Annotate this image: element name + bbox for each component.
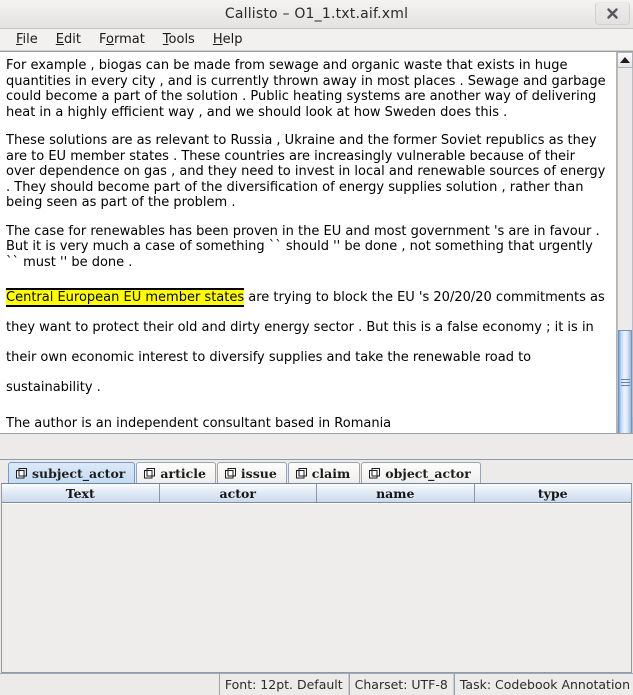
status-bar: Font: 12pt. Default Charset: UTF-8 Task:… bbox=[0, 673, 633, 695]
window-title: Callisto – O1_1.txt.aif.xml bbox=[224, 6, 409, 22]
menu-format-post: rmat bbox=[113, 31, 145, 47]
paragraph-2: These solutions are as relevant to Russi… bbox=[6, 133, 606, 210]
close-icon bbox=[607, 8, 618, 19]
paragraph-1: For example , biogas can be made from se… bbox=[6, 58, 606, 120]
panel-icon bbox=[144, 467, 156, 478]
menu-format-pre: F bbox=[98, 31, 106, 47]
menu-help-post: elp bbox=[222, 31, 243, 47]
paragraph-4-annotated: Central European EU member states are tr… bbox=[6, 283, 606, 403]
tab-claim-label: claim bbox=[311, 465, 351, 481]
menu-edit-mnemonic: E bbox=[55, 31, 64, 47]
column-header-name[interactable]: name bbox=[317, 484, 475, 502]
panel-icon bbox=[295, 467, 307, 478]
title-bar: Callisto – O1_1.txt.aif.xml bbox=[0, 0, 633, 29]
tab-subject-actor-label: subject_actor bbox=[32, 465, 126, 481]
status-charset: Charset: UTF-8 bbox=[348, 674, 454, 695]
tab-article-label: article bbox=[160, 465, 206, 481]
scrollbar-track[interactable] bbox=[617, 68, 633, 433]
menu-item-edit[interactable]: Edit bbox=[47, 30, 90, 50]
pane-splitter[interactable] bbox=[0, 434, 633, 460]
annotation-highlight[interactable]: Central European EU member states bbox=[6, 288, 245, 307]
menu-tools-post: ools bbox=[168, 31, 195, 47]
close-button[interactable] bbox=[595, 2, 630, 25]
panel-icon bbox=[224, 467, 236, 478]
paragraph-5: The author is an independent consultant … bbox=[6, 416, 392, 431]
status-task: Task: Codebook Annotation bbox=[453, 674, 633, 695]
table-header-row: Text actor name type bbox=[2, 484, 631, 503]
annotation-tab-strip: subject_actor article issue claim object… bbox=[0, 460, 633, 483]
scroll-up-button[interactable] bbox=[617, 52, 633, 68]
menu-item-format[interactable]: Format bbox=[90, 30, 154, 50]
editor-vertical-scrollbar[interactable] bbox=[616, 52, 633, 433]
column-header-text[interactable]: Text bbox=[2, 484, 160, 502]
paragraph-3: The case for renewables has been proven … bbox=[6, 223, 600, 270]
column-header-type[interactable]: type bbox=[475, 484, 632, 502]
tab-issue[interactable]: issue bbox=[216, 462, 287, 483]
scrollbar-grip-icon bbox=[620, 377, 630, 388]
scrollbar-thumb[interactable] bbox=[618, 329, 632, 433]
triangle-up-icon bbox=[620, 57, 630, 63]
menu-item-tools[interactable]: Tools bbox=[154, 30, 204, 50]
table-body-empty[interactable] bbox=[2, 503, 631, 672]
menu-item-file[interactable]: File bbox=[7, 30, 47, 50]
panel-icon bbox=[369, 467, 381, 478]
menu-format-mnemonic: o bbox=[105, 31, 114, 47]
menu-help-mnemonic: H bbox=[212, 31, 223, 47]
status-font: Font: 12pt. Default bbox=[218, 674, 349, 695]
tab-article[interactable]: article bbox=[136, 462, 216, 483]
menu-edit-post: dit bbox=[64, 31, 81, 47]
menu-file-post: ile bbox=[22, 31, 38, 47]
tab-object-actor[interactable]: object_actor bbox=[361, 462, 481, 483]
tab-issue-label: issue bbox=[240, 465, 277, 481]
column-header-actor[interactable]: actor bbox=[160, 484, 317, 502]
menu-item-help[interactable]: Help bbox=[204, 30, 252, 50]
panel-icon bbox=[16, 467, 27, 478]
annotation-table: Text actor name type bbox=[1, 483, 632, 673]
document-text-area[interactable]: For example , biogas can be made from se… bbox=[0, 52, 616, 433]
tab-subject-actor[interactable]: subject_actor bbox=[8, 462, 136, 483]
text-editor-pane: For example , biogas can be made from se… bbox=[0, 51, 633, 434]
tab-claim[interactable]: claim bbox=[287, 462, 361, 483]
menu-bar: File Edit Format Tools Help bbox=[0, 29, 633, 51]
application-window: Callisto – O1_1.txt.aif.xml File Edit Fo… bbox=[0, 0, 633, 695]
tab-object-actor-label: object_actor bbox=[385, 465, 471, 481]
